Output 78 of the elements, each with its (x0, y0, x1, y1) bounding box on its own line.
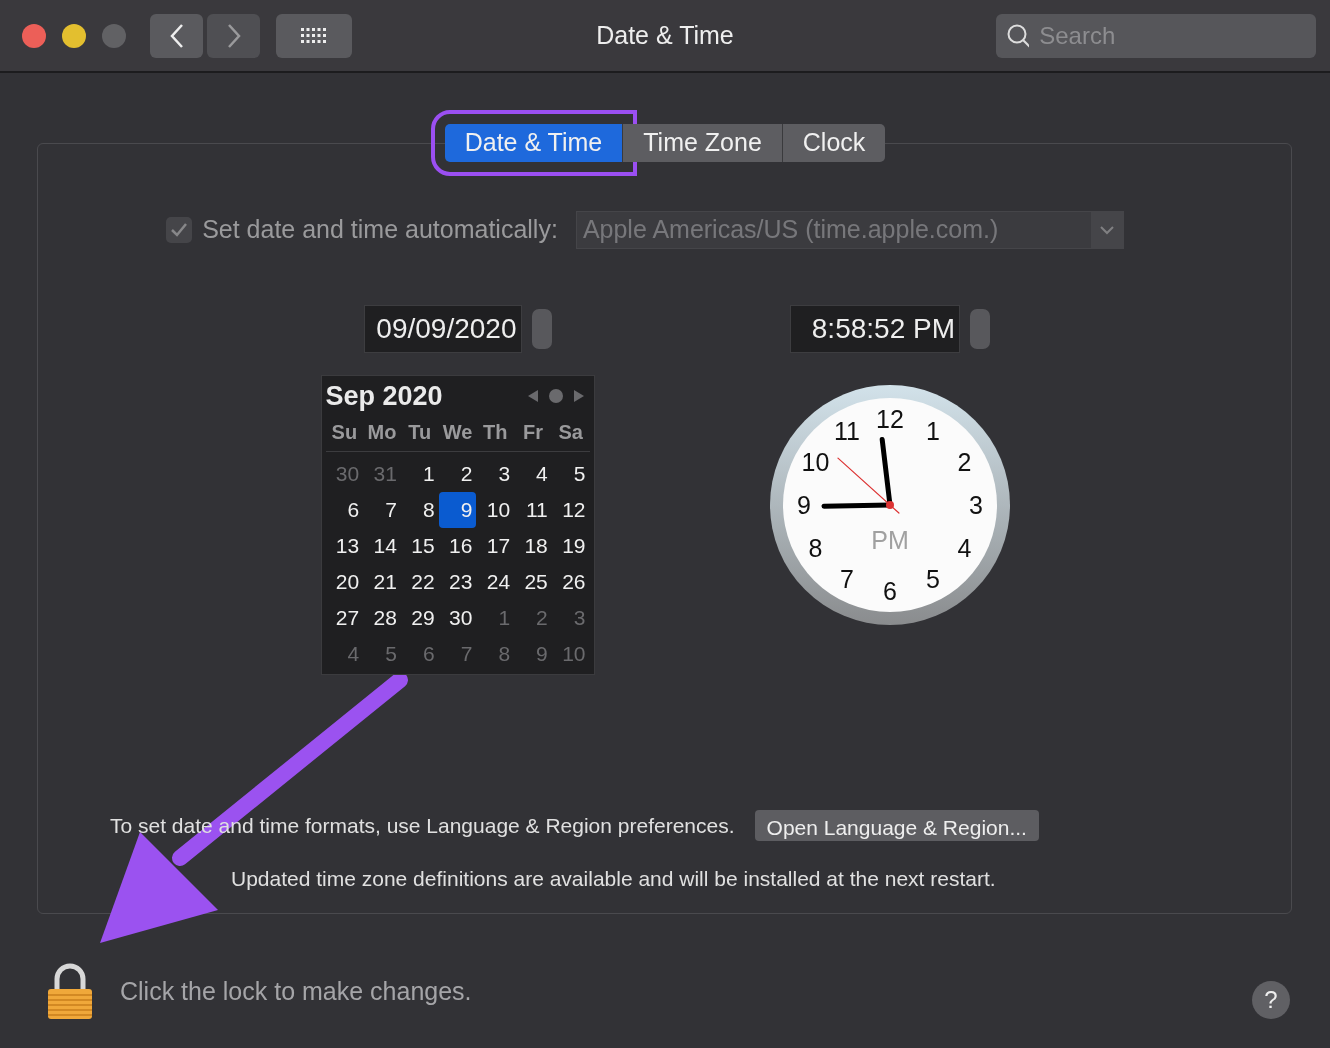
weekday-label: Mo (366, 419, 398, 445)
clock-numeral: 6 (883, 577, 897, 605)
window-title: Date & Time (596, 20, 734, 49)
calendar-day[interactable]: 2 (438, 455, 477, 492)
clock-numeral: 5 (926, 565, 940, 594)
clock-numeral: 8 (808, 534, 823, 562)
calendar-day[interactable]: 13 (325, 527, 364, 564)
calendar-day[interactable]: 26 (551, 563, 590, 600)
weekday-label: Sa (557, 419, 584, 445)
clock-numeral: 12 (876, 405, 904, 433)
open-language-region-button[interactable]: Open Language & Region... (754, 809, 1039, 841)
next-month-icon[interactable] (571, 389, 586, 404)
clock-numeral: 1 (926, 416, 940, 445)
calendar-day[interactable]: 18 (514, 527, 552, 564)
clock-numeral: 7 (840, 565, 854, 594)
calendar-day[interactable]: 19 (551, 527, 590, 564)
help-button[interactable]: ? (1252, 981, 1290, 1019)
calendar-day[interactable]: 6 (325, 491, 364, 528)
forward-button[interactable] (207, 13, 260, 58)
checkmark-icon (170, 221, 189, 239)
calendar-day[interactable]: 30 (438, 599, 477, 636)
calendar-day[interactable]: 27 (325, 599, 364, 636)
time-field[interactable]: 8:58:52 PM (790, 305, 960, 353)
today-dot-icon[interactable] (547, 388, 564, 405)
calendar-day[interactable]: 22 (400, 563, 439, 600)
clock-numeral: 9 (797, 491, 811, 519)
time-stepper[interactable] (970, 309, 990, 349)
calendar-day[interactable]: 12 (551, 491, 590, 528)
forward-chevron-icon (225, 22, 242, 49)
close-button[interactable] (22, 23, 46, 48)
date-field[interactable]: 09/09/2020 (363, 305, 522, 353)
calendar-day[interactable]: 28 (363, 599, 401, 636)
date-stepper[interactable] (531, 309, 552, 349)
calendar-day[interactable]: 8 (400, 491, 439, 528)
calendar-day[interactable]: 23 (438, 563, 477, 600)
clock-period-label: PM (871, 526, 909, 554)
calendar-day[interactable]: 3 (476, 455, 515, 492)
back-chevron-icon (168, 22, 185, 49)
calendar-month-title: Sep 2020 (325, 380, 443, 413)
clock-numeral: 11 (834, 416, 860, 445)
calendar-day[interactable]: 11 (514, 491, 552, 528)
weekday-label: Tu (407, 419, 433, 445)
search-icon (1006, 22, 1030, 49)
back-button[interactable] (150, 13, 203, 58)
weekday-label: Su (330, 419, 359, 445)
calendar-day[interactable]: 20 (325, 563, 364, 600)
calendar-day[interactable]: 9 (438, 491, 477, 528)
calendar-day[interactable]: 5 (551, 455, 590, 492)
calendar-day[interactable]: 14 (363, 527, 401, 564)
calendar-day[interactable]: 15 (400, 527, 439, 564)
tab[interactable]: Clock (782, 124, 886, 162)
calendar-day[interactable]: 17 (476, 527, 515, 564)
calendar-day[interactable]: 21 (363, 563, 401, 600)
tab[interactable]: Time Zone (623, 124, 783, 162)
show-all-button[interactable] (276, 13, 352, 58)
zoom-button[interactable] (102, 23, 126, 48)
calendar-day[interactable]: 24 (476, 563, 515, 600)
calendar-day[interactable]: 4 (514, 455, 552, 492)
weekday-label: Fr (521, 419, 544, 445)
calendar-day[interactable]: 25 (514, 563, 552, 600)
calendar-day[interactable]: 7 (363, 491, 401, 528)
calendar-day[interactable]: 10 (476, 491, 515, 528)
lock-hint-text: Click the lock to make changes. (120, 976, 472, 1008)
clock-numeral: 10 (801, 448, 830, 476)
calendar-day[interactable]: 1 (400, 455, 439, 492)
grid-icon (300, 25, 328, 46)
clock-numeral: 3 (969, 491, 983, 519)
calendar-day[interactable]: 16 (438, 527, 477, 564)
clock-numeral: 2 (957, 448, 972, 476)
dropdown-chevron-icon (1098, 225, 1115, 235)
auto-time-label: Set date and time automatically: (202, 214, 558, 246)
minimize-button[interactable] (62, 23, 86, 48)
calendar-day[interactable]: 29 (400, 599, 439, 636)
lock-icon[interactable] (46, 963, 94, 1021)
weekday-label: Th (482, 419, 509, 445)
update-note-text: Updated time zone definitions are available and will be installed at the next restart. (231, 867, 996, 890)
clock-numeral: 4 (957, 534, 972, 562)
weekday-label: We (441, 419, 474, 445)
